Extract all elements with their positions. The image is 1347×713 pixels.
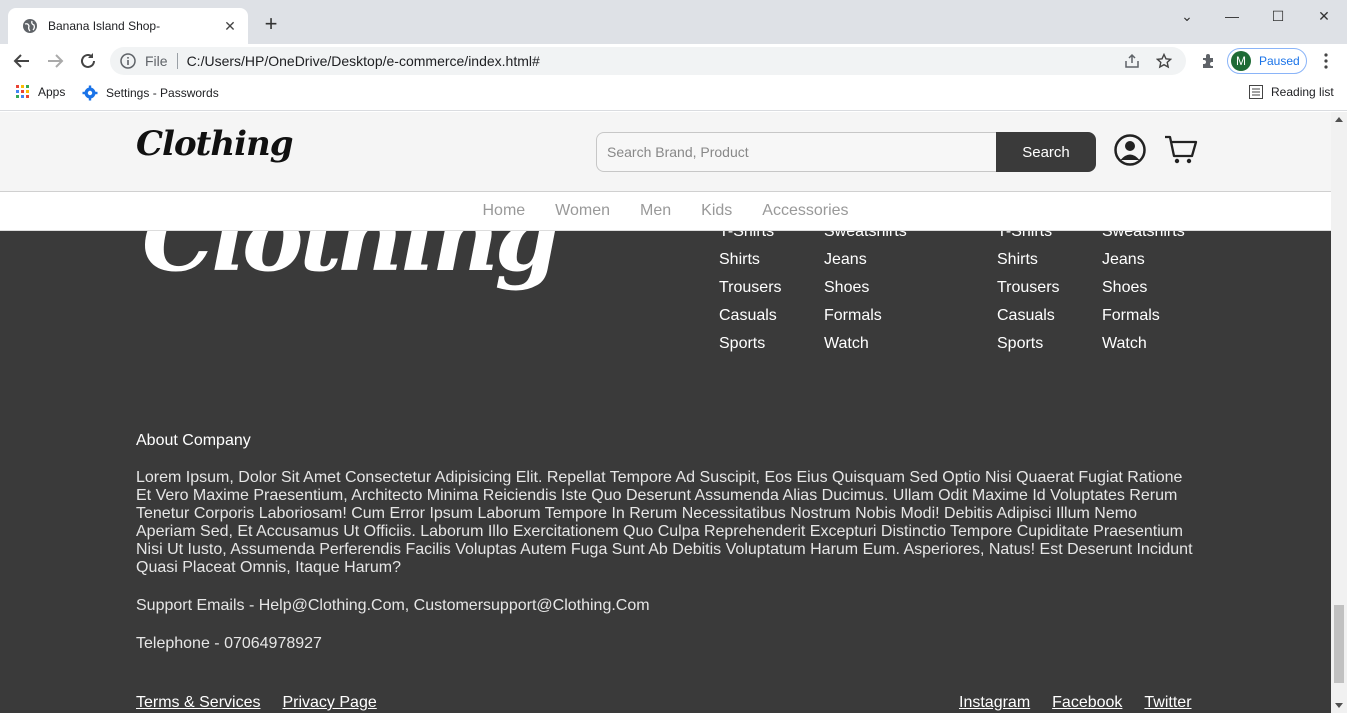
footer-link[interactable]: Watch	[824, 330, 907, 358]
apps-grid-icon	[16, 85, 29, 98]
footer-link[interactable]: Shoes	[824, 274, 907, 302]
browser-toolbar: File C:/Users/HP/OneDrive/Desktop/e-comm…	[0, 44, 1347, 78]
tab-title: Banana Island Shop-	[48, 19, 161, 33]
forward-icon[interactable]	[43, 49, 67, 73]
nav-accessories[interactable]: Accessories	[762, 202, 848, 220]
facebook-link[interactable]: Facebook	[1052, 694, 1122, 711]
maximize-icon[interactable]: ☐	[1255, 4, 1301, 28]
page-scrollbar[interactable]	[1331, 112, 1347, 713]
nav-kids[interactable]: Kids	[701, 202, 732, 220]
extensions-icon[interactable]	[1196, 49, 1220, 73]
star-icon[interactable]	[1154, 51, 1174, 71]
site-header: Clothing Search	[0, 112, 1331, 192]
footer-link[interactable]: Jeans	[1102, 246, 1185, 274]
url-text[interactable]: C:/Users/HP/OneDrive/Desktop/e-commerce/…	[187, 53, 1122, 69]
user-account-icon[interactable]	[1114, 134, 1146, 166]
minimize-icon[interactable]: —	[1209, 4, 1255, 28]
back-icon[interactable]	[10, 49, 34, 73]
bookmark-settings-label: Settings - Passwords	[106, 86, 219, 100]
social-links: Instagram Facebook Twitter	[959, 694, 1192, 712]
gear-icon	[82, 85, 98, 101]
site-logo[interactable]: Clothing	[136, 124, 293, 164]
reading-list-label: Reading list	[1271, 85, 1334, 99]
reading-list-icon	[1249, 85, 1263, 99]
scroll-up-arrow-icon[interactable]	[1335, 117, 1343, 122]
bookmark-apps-label: Apps	[38, 85, 66, 99]
page-viewport: Clothing T-Shirts Shirts Trousers Casual…	[0, 112, 1331, 713]
about-text: Lorem Ipsum, Dolor Sit Amet Consectetur …	[136, 469, 1193, 576]
footer-link[interactable]: Formals	[1102, 302, 1185, 330]
globe-icon	[23, 19, 37, 33]
about-title: About Company	[136, 432, 251, 449]
bookmark-settings-passwords[interactable]: Settings - Passwords	[82, 85, 219, 101]
telephone: Telephone - 07064978927	[136, 635, 322, 652]
profile-button[interactable]: M Paused	[1227, 48, 1307, 74]
footer-link[interactable]: Shirts	[997, 246, 1060, 274]
footer-link[interactable]: Watch	[1102, 330, 1185, 358]
terms-link[interactable]: Terms & Services	[136, 694, 260, 711]
footer-links-column-4: Sweatshirts Jeans Shoes Formals Watch	[1102, 218, 1185, 358]
profile-avatar: M	[1231, 51, 1251, 71]
bookmarks-bar: Apps Settings - Passwords Reading list	[0, 78, 1347, 111]
privacy-link[interactable]: Privacy Page	[282, 694, 376, 711]
tab-search-icon[interactable]: ⌄	[1164, 4, 1210, 28]
close-tab-icon[interactable]: ✕	[222, 18, 238, 34]
site-nav: Home Women Men Kids Accessories	[0, 192, 1331, 231]
legal-links: Terms & Services Privacy Page	[136, 694, 399, 712]
share-icon[interactable]	[1122, 51, 1142, 71]
footer-link[interactable]: Shirts	[719, 246, 782, 274]
scroll-thumb[interactable]	[1334, 605, 1344, 683]
cart-icon[interactable]	[1164, 134, 1198, 166]
footer-link[interactable]: Casuals	[997, 302, 1060, 330]
footer-link[interactable]: Sports	[719, 330, 782, 358]
about-company-section: About Company Lorem Ipsum, Dolor Sit Ame…	[136, 432, 1198, 673]
profile-status: Paused	[1259, 54, 1300, 68]
nav-women[interactable]: Women	[555, 202, 610, 220]
footer-links-column-3: T-Shirts Shirts Trousers Casuals Sports	[997, 218, 1060, 358]
reload-icon[interactable]	[76, 49, 100, 73]
bookmark-apps[interactable]: Apps	[16, 85, 65, 99]
address-bar[interactable]: File C:/Users/HP/OneDrive/Desktop/e-comm…	[110, 47, 1186, 75]
footer-link[interactable]: Formals	[824, 302, 907, 330]
footer-links-column-1: T-Shirts Shirts Trousers Casuals Sports	[719, 218, 782, 358]
footer-links-column-2: Sweatshirts Jeans Shoes Formals Watch	[824, 218, 907, 358]
info-icon[interactable]	[119, 52, 137, 70]
twitter-link[interactable]: Twitter	[1144, 694, 1191, 711]
close-window-icon[interactable]: ✕	[1301, 4, 1347, 28]
file-label: File	[145, 53, 168, 69]
footer-link[interactable]: Shoes	[1102, 274, 1185, 302]
browser-tab-bar: Banana Island Shop- ✕ + ⌄ — ☐ ✕	[0, 0, 1347, 44]
omnibox-separator	[176, 53, 178, 69]
nav-men[interactable]: Men	[640, 202, 671, 220]
menu-icon[interactable]	[1314, 49, 1338, 73]
support-emails: Support Emails - Help@Clothing.Com, Cust…	[136, 597, 650, 614]
nav-home[interactable]: Home	[482, 202, 525, 220]
footer-link[interactable]: Jeans	[824, 246, 907, 274]
search-button[interactable]: Search	[996, 132, 1096, 172]
reading-list-button[interactable]: Reading list	[1249, 85, 1334, 99]
footer-link[interactable]: Sports	[997, 330, 1060, 358]
search-input[interactable]	[596, 132, 996, 172]
footer-link[interactable]: Trousers	[719, 274, 782, 302]
browser-tab[interactable]: Banana Island Shop- ✕	[8, 8, 248, 44]
scroll-down-arrow-icon[interactable]	[1335, 703, 1343, 708]
footer-link[interactable]: Trousers	[997, 274, 1060, 302]
instagram-link[interactable]: Instagram	[959, 694, 1030, 711]
new-tab-icon[interactable]: +	[260, 13, 282, 36]
footer-link[interactable]: Casuals	[719, 302, 782, 330]
